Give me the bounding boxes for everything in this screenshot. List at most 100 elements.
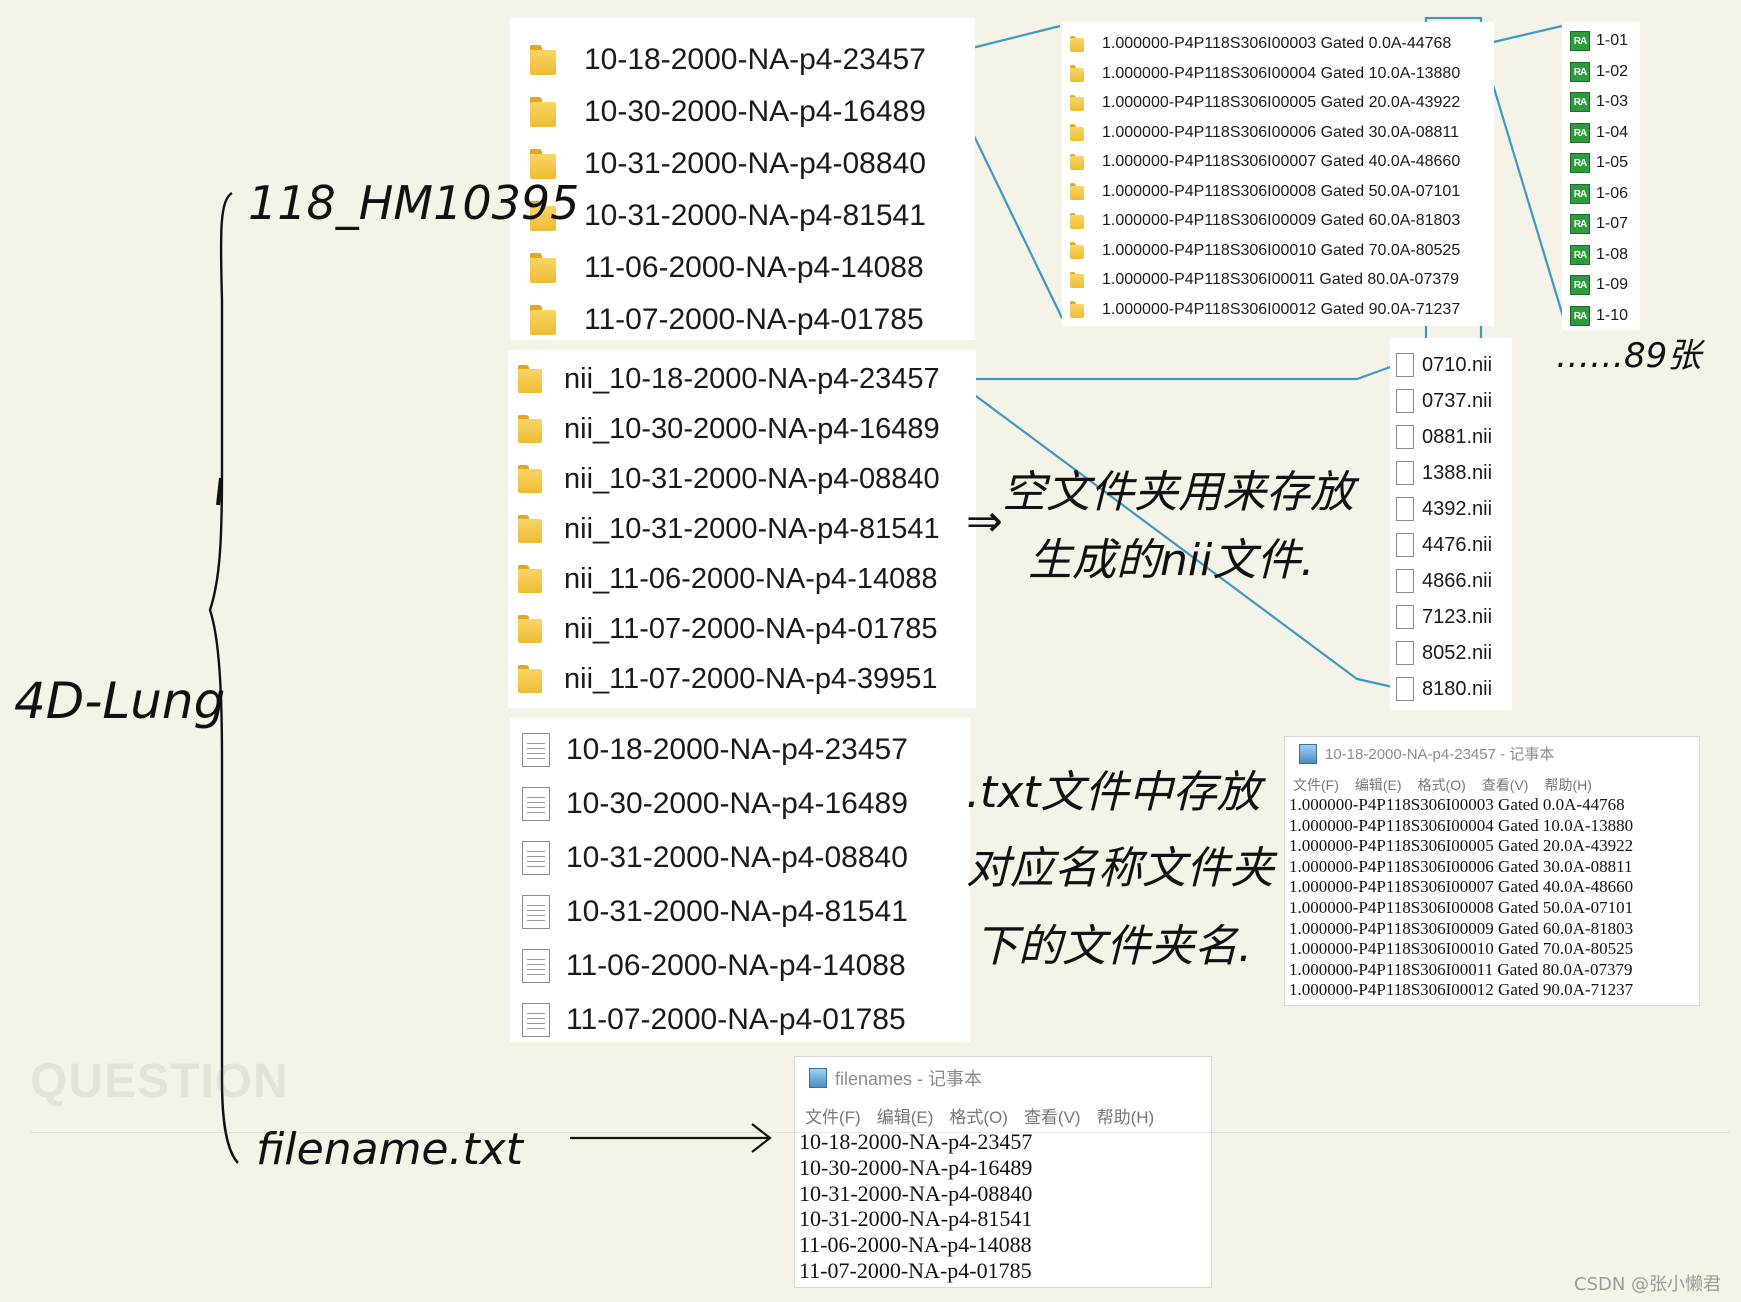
date-folder-item[interactable]: 11-07-2000-NA-p4-01785 xyxy=(530,297,924,343)
file-name: 10-31-2000-NA-p4-81541 xyxy=(566,895,908,928)
folder-icon xyxy=(1070,271,1084,289)
folder-name: nii_10-31-2000-NA-p4-81541 xyxy=(564,512,940,545)
notepad-icon xyxy=(1299,743,1317,764)
menu-item[interactable]: 格式(O) xyxy=(949,1103,1008,1128)
folder-name: 1.000000-P4P118S306I00005 Gated 20.0A-43… xyxy=(1102,94,1461,111)
gated-folder-item[interactable]: 1.000000-P4P118S306I00007 Gated 40.0A-48… xyxy=(1070,149,1460,175)
txt-file-item[interactable]: 10-30-2000-NA-p4-16489 xyxy=(522,780,908,828)
dicom-file-item[interactable]: RA 1-02 xyxy=(1570,60,1628,84)
nii-file-item[interactable]: 4392.nii xyxy=(1396,493,1492,525)
file-name: 4392.nii xyxy=(1422,497,1493,520)
nii-file-item[interactable]: 0710.nii xyxy=(1396,349,1492,381)
nii-file-item[interactable]: 8052.nii xyxy=(1396,637,1492,669)
gated-folder-item[interactable]: 1.000000-P4P118S306I00009 Gated 60.0A-81… xyxy=(1070,208,1460,234)
txt-file-item[interactable]: 10-18-2000-NA-p4-23457 xyxy=(522,726,908,774)
file-name: 1388.nii xyxy=(1422,461,1493,484)
nii-file-item[interactable]: 4866.nii xyxy=(1396,565,1492,597)
txt-file-item[interactable]: 11-06-2000-NA-p4-14088 xyxy=(522,942,906,990)
nii-file-item[interactable]: 0881.nii xyxy=(1396,421,1492,453)
file-name: 4866.nii xyxy=(1422,569,1493,592)
nii-folder-item[interactable]: nii_11-07-2000-NA-p4-39951 xyxy=(518,658,938,700)
menu-item[interactable]: 格式(O) xyxy=(1418,775,1466,795)
folder-icon xyxy=(518,415,542,443)
file-name: 1-03 xyxy=(1596,93,1629,110)
file-icon xyxy=(1396,641,1414,665)
dicom-file-item[interactable]: RA 1-03 xyxy=(1570,90,1628,114)
nii-folder-item[interactable]: nii_11-06-2000-NA-p4-14088 xyxy=(518,558,938,600)
folder-name: nii_10-30-2000-NA-p4-16489 xyxy=(564,412,940,445)
gated-folder-item[interactable]: 1.000000-P4P118S306I00004 Gated 10.0A-13… xyxy=(1070,61,1460,87)
gated-folder-item[interactable]: 1.000000-P4P118S306I00010 Gated 70.0A-80… xyxy=(1070,238,1460,264)
file-name: 10-31-2000-NA-p4-08840 xyxy=(566,841,908,874)
dicom-file-item[interactable]: RA 1-05 xyxy=(1570,151,1628,175)
text-file-icon xyxy=(522,841,550,875)
file-name: 8180.nii xyxy=(1422,677,1493,700)
nii-folder-item[interactable]: nii_10-30-2000-NA-p4-16489 xyxy=(518,408,940,450)
gated-folder-item[interactable]: 1.000000-P4P118S306I00003 Gated 0.0A-447… xyxy=(1070,31,1451,57)
dicom-file-item[interactable]: RA 1-04 xyxy=(1570,121,1628,145)
menu-item[interactable]: 查看(V) xyxy=(1024,1103,1081,1128)
file-name: 1-04 xyxy=(1596,123,1629,141)
gated-folder-item[interactable]: 1.000000-P4P118S306I00011 Gated 80.0A-07… xyxy=(1070,267,1459,293)
menu-item[interactable]: 帮助(H) xyxy=(1544,775,1591,795)
date-folder-item[interactable]: 10-31-2000-NA-p4-81541 xyxy=(530,193,926,239)
nii-file-item[interactable]: 7123.nii xyxy=(1396,601,1492,633)
date-folder-item[interactable]: 10-31-2000-NA-p4-08840 xyxy=(530,141,926,187)
text-line: 1.000000-P4P118S306I00008 Gated 50.0A-07… xyxy=(1289,898,1634,917)
txt-note-line-1: .txt文件中存放 xyxy=(966,767,1261,818)
gated-folder-item[interactable]: 1.000000-P4P118S306I00006 Gated 30.0A-08… xyxy=(1070,120,1459,146)
nii-folder-item[interactable]: nii_11-07-2000-NA-p4-01785 xyxy=(518,608,938,650)
date-folder-item[interactable]: 10-30-2000-NA-p4-16489 xyxy=(530,89,926,135)
folder-icon xyxy=(1070,94,1084,112)
menu-item[interactable]: 文件(F) xyxy=(805,1103,861,1128)
file-name: 1-09 xyxy=(1596,276,1629,293)
gated-folder-item[interactable]: 1.000000-P4P118S306I00008 Gated 50.0A-07… xyxy=(1070,179,1460,205)
folder-icon xyxy=(1070,124,1084,141)
menu-item[interactable]: 文件(F) xyxy=(1293,775,1339,795)
menu-item[interactable]: 编辑(E) xyxy=(1355,775,1402,795)
nii-folder-item[interactable]: nii_10-31-2000-NA-p4-81541 xyxy=(518,508,940,550)
folder-icon xyxy=(518,665,542,693)
txt-file-item[interactable]: 10-31-2000-NA-p4-81541 xyxy=(522,888,908,936)
gated-folder-item[interactable]: 1.000000-P4P118S306I00012 Gated 90.0A-71… xyxy=(1070,297,1460,323)
folder-icon xyxy=(530,305,556,335)
text-line: 1.000000-P4P118S306I00004 Gated 10.0A-13… xyxy=(1289,815,1634,835)
folder-name: 11-07-2000-NA-p4-01785 xyxy=(584,303,924,336)
nii-file-item[interactable]: 4476.nii xyxy=(1396,529,1492,561)
nii-file-item[interactable]: 0737.nii xyxy=(1396,385,1492,417)
nii-file-item[interactable]: 8180.nii xyxy=(1396,673,1492,705)
nii-folder-item[interactable]: nii_10-18-2000-NA-p4-23457 xyxy=(518,358,940,400)
folder-name: 10-18-2000-NA-p4-23457 xyxy=(584,43,926,76)
notepad-gated-titlebar: 10-18-2000-NA-p4-23457 - 记事本 xyxy=(1299,743,1554,764)
file-name: 1-02 xyxy=(1596,62,1629,80)
folder-icon xyxy=(518,565,542,593)
nii-folder-item[interactable]: nii_10-31-2000-NA-p4-08840 xyxy=(518,458,940,500)
file-icon xyxy=(1396,353,1414,377)
dicom-file-item[interactable]: RA 1-09 xyxy=(1570,273,1628,297)
date-folder-item[interactable]: 10-18-2000-NA-p4-23457 xyxy=(530,37,926,83)
txt-file-item[interactable]: 10-31-2000-NA-p4-08840 xyxy=(522,834,908,882)
filename-arrow xyxy=(570,1123,772,1153)
folder-icon xyxy=(518,365,542,393)
connector-nii-top xyxy=(953,364,1394,381)
dicom-image-icon: RA xyxy=(1570,61,1590,82)
menu-item[interactable]: 帮助(H) xyxy=(1097,1103,1155,1128)
dicom-image-icon: RA xyxy=(1570,31,1590,51)
file-name: 1-07 xyxy=(1596,215,1629,232)
text-line: 1.000000-P4P118S306I00011 Gated 80.0A-07… xyxy=(1289,959,1633,979)
folder-icon xyxy=(1070,65,1084,82)
txt-file-item[interactable]: 11-07-2000-NA-p4-01785 xyxy=(522,996,906,1044)
dicom-file-item[interactable]: RA 1-06 xyxy=(1570,182,1628,206)
dicom-file-item[interactable]: RA 1-01 xyxy=(1570,29,1628,53)
folder-name: nii_11-07-2000-NA-p4-01785 xyxy=(564,612,938,645)
dicom-file-item[interactable]: RA 1-08 xyxy=(1570,243,1628,267)
nii-file-item[interactable]: 1388.nii xyxy=(1396,457,1492,489)
folder-icon xyxy=(530,45,556,75)
dicom-file-item[interactable]: RA 1-07 xyxy=(1570,212,1628,236)
menu-item[interactable]: 编辑(E) xyxy=(877,1103,934,1128)
date-folder-item[interactable]: 11-06-2000-NA-p4-14088 xyxy=(530,245,924,291)
gated-folder-item[interactable]: 1.000000-P4P118S306I00005 Gated 20.0A-43… xyxy=(1070,90,1460,116)
menu-item[interactable]: 查看(V) xyxy=(1482,775,1529,795)
dicom-file-item[interactable]: RA 1-10 xyxy=(1570,304,1628,328)
file-name: 11-07-2000-NA-p4-01785 xyxy=(566,1003,906,1036)
